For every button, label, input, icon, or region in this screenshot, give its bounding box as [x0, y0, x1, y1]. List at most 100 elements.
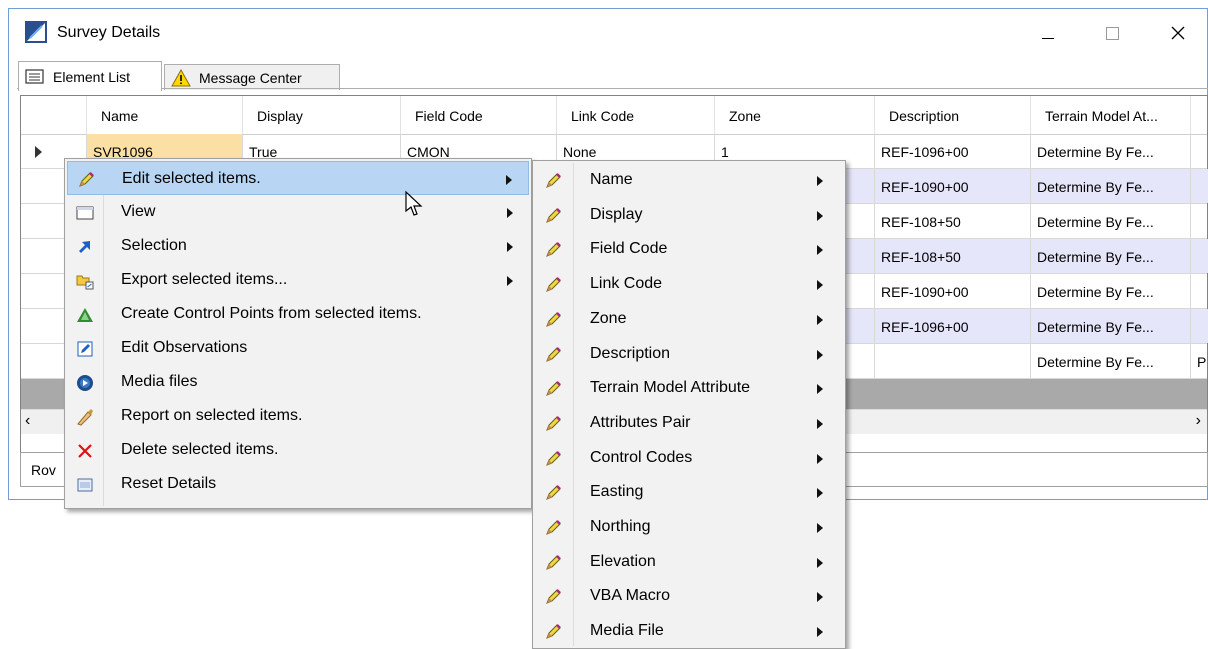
menu-item-view[interactable]: View [67, 195, 529, 229]
submenu-arrow-icon [507, 208, 513, 218]
app-logo-icon [25, 21, 47, 43]
pencil-icon [543, 587, 563, 607]
submenu-item-terrain-model-attribute[interactable]: Terrain Model Attribute [535, 371, 843, 405]
submenu-item-label: Name [590, 171, 633, 188]
submenu-item-label: Field Code [590, 240, 668, 258]
submenu-item-easting[interactable]: Easting [535, 475, 843, 509]
submenu-item-vba-macro[interactable]: VBA Macro [535, 579, 843, 613]
submenu-item-attributes-pair[interactable]: Attributes Pair [535, 406, 843, 440]
pencil-icon [543, 414, 563, 434]
submenu-item-label: Elevation [590, 552, 656, 570]
pencil-icon [543, 240, 563, 260]
column-header-extra[interactable] [1191, 96, 1208, 134]
cell-extra[interactable] [1191, 204, 1208, 238]
cell-terrain[interactable]: Determine By Fe... [1031, 134, 1191, 168]
reset-icon [75, 475, 95, 495]
menu-item-edit-observations[interactable]: Edit Observations [67, 331, 529, 365]
scroll-left-icon[interactable]: ‹ [25, 412, 30, 430]
pencil-icon [543, 345, 563, 365]
tab-strip: Element List Message Center [18, 61, 1208, 91]
cell-terrain[interactable]: Determine By Fe... [1031, 309, 1191, 343]
tab-message-center[interactable]: Message Center [164, 64, 340, 90]
cell-description[interactable]: REF-1096+00 [875, 134, 1031, 168]
pencil-icon [543, 553, 563, 573]
column-header-terrain-model[interactable]: Terrain Model At... [1031, 96, 1191, 134]
column-header-description[interactable]: Description [875, 96, 1031, 134]
submenu-item-field-code[interactable]: Field Code [535, 232, 843, 266]
submenu-item-display[interactable]: Display [535, 198, 843, 232]
title-bar[interactable]: Survey Details [9, 9, 1207, 55]
cell-extra[interactable] [1191, 239, 1208, 273]
column-header-name[interactable]: Name [87, 96, 243, 134]
submenu-arrow-icon [506, 175, 512, 185]
cell-extra[interactable] [1191, 169, 1208, 203]
submenu-arrow-icon [817, 176, 823, 186]
menu-item-media-files[interactable]: Media files [67, 365, 529, 399]
cell-description[interactable]: REF-1090+00 [875, 169, 1031, 203]
list-icon [25, 68, 44, 84]
cell-terrain[interactable]: Determine By Fe... [1031, 239, 1191, 273]
submenu-item-description[interactable]: Description [535, 337, 843, 371]
menu-item-delete-selected[interactable]: Delete selected items. [67, 433, 529, 467]
cell-terrain[interactable]: Determine By Fe... [1031, 169, 1191, 203]
submenu-item-label: Attributes Pair [590, 413, 691, 431]
cell-description[interactable]: REF-108+50 [875, 204, 1031, 238]
menu-item-export-selected-items[interactable]: Export selected items... [67, 263, 529, 297]
report-icon [75, 407, 95, 427]
cell-extra[interactable] [1191, 274, 1208, 308]
cell-description[interactable] [875, 344, 1031, 378]
menu-item-create-control-points[interactable]: Create Control Points from selected item… [67, 297, 529, 331]
column-header-display[interactable]: Display [243, 96, 401, 134]
menu-item-selection[interactable]: Selection [67, 229, 529, 263]
cell-description[interactable]: REF-1090+00 [875, 274, 1031, 308]
cell-description[interactable]: REF-108+50 [875, 239, 1031, 273]
cell-extra[interactable] [1191, 309, 1208, 343]
cell-terrain[interactable]: Determine By Fe... [1031, 204, 1191, 238]
submenu-item-label: Control Codes [590, 448, 693, 466]
submenu-item-control-codes[interactable]: Control Codes [535, 441, 843, 475]
cell-extra[interactable] [1191, 134, 1208, 168]
maximize-icon [1105, 26, 1119, 40]
close-button[interactable] [1155, 17, 1201, 49]
menu-item-report-on-selected[interactable]: Report on selected items. [67, 399, 529, 433]
tab-element-list[interactable]: Element List [18, 61, 162, 91]
submenu-arrow-icon [817, 557, 823, 568]
submenu-arrow-icon [817, 418, 823, 429]
cell-terrain[interactable]: Determine By Fe... [1031, 344, 1191, 378]
menu-item-label: Media files [121, 373, 198, 390]
column-header-field-code[interactable]: Field Code [401, 96, 557, 134]
submenu-item-media-file[interactable]: Media File [535, 614, 843, 648]
pencil-icon [543, 483, 563, 503]
delete-x-icon [75, 441, 95, 461]
submenu-arrow-icon [507, 242, 513, 252]
submenu-item-northing[interactable]: Northing [535, 510, 843, 544]
pencil-icon [543, 275, 563, 295]
row-header-corner [21, 96, 87, 134]
scroll-right-icon[interactable]: › [1196, 412, 1201, 430]
media-icon [75, 373, 95, 393]
menu-item-edit-selected-items[interactable]: Edit selected items. [67, 161, 529, 195]
pencil-icon [543, 379, 563, 399]
maximize-button[interactable] [1089, 17, 1135, 49]
submenu-item-elevation[interactable]: Elevation [535, 545, 843, 579]
submenu-item-zone[interactable]: Zone [535, 302, 843, 336]
export-folder-icon [75, 271, 95, 291]
menu-item-reset-details[interactable]: Reset Details [67, 467, 529, 501]
grid-header: Name Display Field Code Link Code Zone D… [21, 96, 1207, 135]
minimize-button[interactable] [1025, 17, 1071, 49]
column-header-zone[interactable]: Zone [715, 96, 875, 134]
submenu-item-name[interactable]: Name [535, 163, 843, 197]
menu-item-label: Create Control Points from selected item… [121, 305, 422, 322]
cell-extra[interactable]: P [1191, 344, 1208, 378]
submenu-item-link-code[interactable]: Link Code [535, 267, 843, 301]
submenu-arrow-icon [507, 276, 513, 286]
submenu-arrow-icon [817, 210, 823, 221]
submenu-arrow-icon [817, 314, 823, 325]
cell-terrain[interactable]: Determine By Fe... [1031, 274, 1191, 308]
column-header-link-code[interactable]: Link Code [557, 96, 715, 134]
pencil-icon [543, 449, 563, 469]
triangle-icon [75, 305, 95, 325]
cell-description[interactable]: REF-1096+00 [875, 309, 1031, 343]
context-menu: Edit selected items. View Selection Expo… [64, 158, 532, 509]
submenu-item-label: VBA Macro [590, 587, 671, 605]
